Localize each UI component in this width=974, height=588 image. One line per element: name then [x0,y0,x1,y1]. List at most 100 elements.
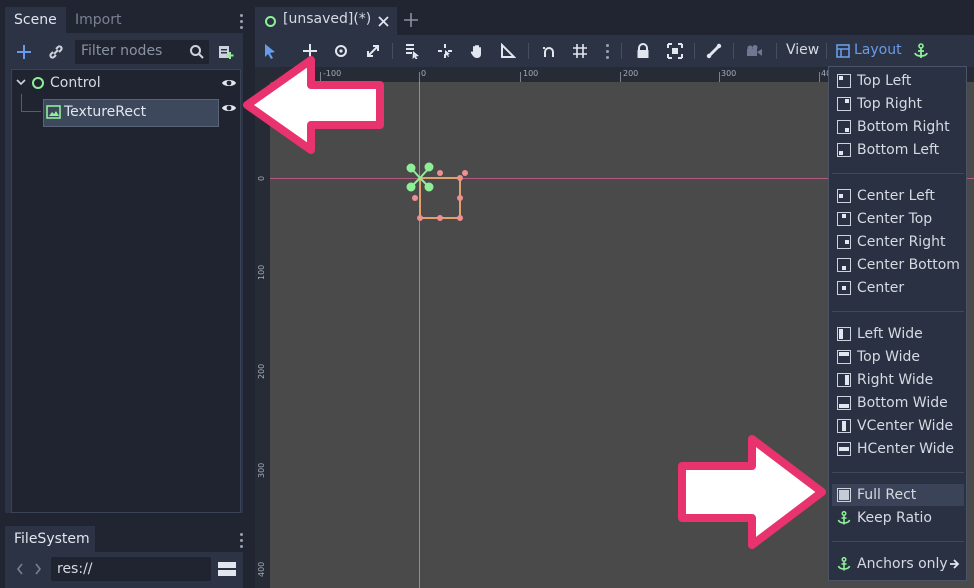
camera-icon[interactable] [742,40,766,62]
menu-item-label: Bottom Left [857,142,940,158]
snap-icon[interactable] [537,40,561,62]
menu-item-right-wide[interactable]: Right Wide [832,369,964,391]
menu-item-left-wide[interactable]: Left Wide [832,323,964,345]
pivot-tool-icon[interactable] [433,40,457,62]
scene-tab-label: [unsaved](*) [283,11,372,27]
add-tab-icon[interactable] [403,12,419,28]
layout-menu-label: Layout [854,42,902,58]
layout-grid-icon [836,44,850,58]
menu-item-center-right[interactable]: Center Right [832,231,964,253]
add-node-icon[interactable] [13,41,35,63]
menu-item-label: Center [857,280,905,296]
toolbar-separator [826,43,827,59]
texture-rect-selection[interactable] [405,159,475,229]
toolbar-separator [528,43,529,59]
menu-item-label: Top Right [857,96,922,112]
arrow-right-icon [950,559,960,569]
layout-popup-menu: Top Left Top Right Bottom Right Bottom L… [828,66,967,581]
layout-menu-button[interactable]: Layout [834,40,906,62]
scene-dock-tabs: Scene Import [5,7,249,33]
view-menu-button[interactable]: View [786,42,819,58]
filesystem-menu-icon[interactable] [240,533,244,551]
menu-item-keep-ratio[interactable]: Keep Ratio [832,507,964,529]
list-select-icon[interactable] [400,40,424,62]
menu-item-bottom-left[interactable]: Bottom Left [832,139,964,161]
anchor-center-top-icon [837,212,851,226]
ruler-label: 300 [257,462,266,478]
ruler-label: 300 [721,69,737,78]
ruler-label: 0 [257,175,266,181]
menu-item-anchors-only[interactable]: Anchors only [832,553,964,575]
anchor-bottom-left-icon [837,143,851,157]
bone-icon[interactable] [702,40,726,62]
path-input[interactable]: res:// [51,557,211,581]
close-icon[interactable] [378,16,389,27]
menu-item-top-wide[interactable]: Top Wide [832,346,964,368]
link-icon[interactable] [45,41,67,63]
menu-item-vcenter-wide[interactable]: VCenter Wide [832,415,964,437]
tab-filesystem[interactable]: FileSystem [5,526,95,552]
toolbar-separator [776,43,777,59]
menu-separator [832,472,964,473]
tab-unsaved-scene[interactable]: [unsaved](*) [255,7,397,35]
menu-item-label: Center Bottom [857,257,960,273]
toolbar-separator [621,43,622,59]
chevron-right-icon[interactable] [33,562,43,576]
anchor-vcenter-wide-icon [837,419,851,433]
tree-item-texturerect[interactable]: TextureRect [43,99,219,127]
menu-item-center-left[interactable]: Center Left [832,185,964,207]
menu-item-bottom-right[interactable]: Bottom Right [832,116,964,138]
scene-tabs: [unsaved](*) [255,5,974,35]
anchor-hcenter-wide-icon [837,442,851,456]
chevron-left-icon[interactable] [15,562,25,576]
anchor-top-right-icon [837,97,851,111]
tab-import[interactable]: Import [66,7,130,33]
menu-item-label: Center Top [857,211,933,227]
search-icon [190,45,204,59]
anchor-icon [837,511,851,525]
menu-item-label: Top Left [857,73,912,89]
menu-item-label: Keep Ratio [857,510,932,526]
scene-panel: Filter nodes Control TextureRect [5,33,243,513]
anchor-icon[interactable] [909,40,933,62]
script-add-icon[interactable] [215,41,237,63]
tree-item-control[interactable]: Control [16,71,238,95]
ruler-label: 100 [523,69,539,78]
menu-item-full-rect[interactable]: Full Rect [832,484,964,506]
anchor-bottom-wide-icon [837,396,851,410]
tab-scene[interactable]: Scene [5,7,66,33]
ruler-label: 0 [421,69,427,78]
menu-item-label: Bottom Right [857,119,950,135]
menu-item-bottom-wide[interactable]: Bottom Wide [832,392,964,414]
menu-item-hcenter-wide[interactable]: HCenter Wide [832,438,964,460]
menu-item-label: Right Wide [857,372,934,388]
grid-snap-icon[interactable] [568,40,592,62]
ruler-label: 100 [257,264,266,280]
chevron-down-icon[interactable] [16,79,26,87]
menu-item-center-top[interactable]: Center Top [832,208,964,230]
snap-options-icon[interactable] [606,44,610,62]
dock-menu-icon[interactable] [240,14,244,32]
menu-item-label: Center Left [857,188,935,204]
group-icon[interactable] [663,40,687,62]
anchor-center-right-icon [837,235,851,249]
menu-item-label: Left Wide [857,326,923,342]
pan-tool-icon[interactable] [465,40,489,62]
menu-item-label: Center Right [857,234,946,250]
toolbar-separator [392,43,393,59]
menu-item-center-bottom[interactable]: Center Bottom [832,254,964,276]
texture-rect-icon [46,105,61,119]
y-axis-guide [419,82,420,588]
ruler-tool-icon[interactable] [496,40,520,62]
lock-icon[interactable] [631,40,655,62]
menu-separator [832,541,964,542]
menu-item-top-left[interactable]: Top Left [832,70,964,92]
filter-nodes-input[interactable]: Filter nodes [75,40,209,64]
menu-item-center[interactable]: Center [832,277,964,299]
menu-item-top-right[interactable]: Top Right [832,93,964,115]
split-view-icon[interactable] [218,561,236,577]
menu-item-label: Top Wide [857,349,920,365]
toolbar-separator [694,43,695,59]
ruler-label: 200 [257,363,266,379]
toolbar-separator [733,43,734,59]
